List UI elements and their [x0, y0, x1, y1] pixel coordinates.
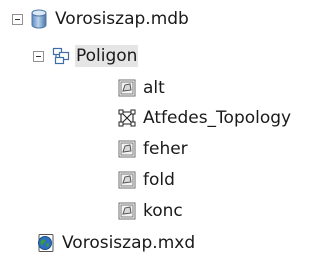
feature-class-label: konc [143, 201, 183, 221]
polygon-feature-class-icon [118, 140, 136, 158]
collapse-dataset-icon[interactable] [33, 51, 44, 62]
tree-node-database[interactable]: Vorosiszap.mdb [0, 4, 336, 34]
tree-node-feature-class[interactable]: alt [0, 73, 336, 103]
feature-class-label: alt [143, 78, 165, 98]
polygon-feature-class-icon [118, 202, 136, 220]
dataset-label: Poligon [75, 45, 139, 67]
tree-node-topology[interactable]: Atfedes_Topology [0, 103, 336, 133]
tree-node-dataset[interactable]: Poligon [0, 41, 336, 71]
map-document-globe-icon [36, 233, 54, 252]
map-document-label: Vorosiszap.mxd [62, 233, 196, 253]
topology-label: Atfedes_Topology [143, 108, 292, 128]
feature-class-label: fold [143, 170, 175, 190]
polygon-feature-class-icon [118, 79, 136, 97]
tree-node-feature-class[interactable]: fold [0, 165, 336, 195]
database-cylinder-icon [30, 9, 48, 29]
collapse-database-icon[interactable] [12, 14, 23, 25]
catalog-tree: Vorosiszap.mdb Poligon alt Atfedes_Topol… [0, 0, 336, 276]
feature-dataset-icon [52, 47, 70, 65]
tree-node-feature-class[interactable]: konc [0, 196, 336, 226]
tree-node-feature-class[interactable]: feher [0, 134, 336, 164]
tree-node-map-document[interactable]: Vorosiszap.mxd [0, 228, 336, 258]
database-label: Vorosiszap.mdb [55, 9, 189, 29]
topology-icon [118, 109, 136, 127]
feature-class-label: feher [143, 139, 188, 159]
polygon-feature-class-icon [118, 171, 136, 189]
